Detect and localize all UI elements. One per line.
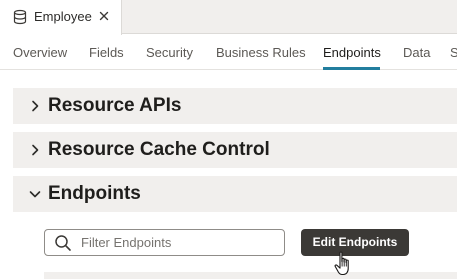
filter-endpoints-field[interactable] bbox=[44, 229, 285, 256]
editor-tabs: Overview Fields Security Business Rules … bbox=[0, 34, 457, 70]
tab-security[interactable]: Security bbox=[146, 45, 193, 61]
active-tab-indicator bbox=[323, 67, 380, 70]
section-title: Resource APIs bbox=[48, 95, 182, 116]
document-tab-employee[interactable]: Employee bbox=[0, 0, 122, 35]
section-resource-cache-control[interactable]: Resource Cache Control bbox=[13, 132, 457, 168]
tab-fields[interactable]: Fields bbox=[89, 45, 124, 61]
tab-endpoints[interactable]: Endpoints bbox=[323, 45, 381, 61]
section-title: Endpoints bbox=[48, 183, 141, 204]
chevron-right-icon bbox=[32, 100, 39, 112]
tab-business-rules[interactable]: Business Rules bbox=[216, 45, 306, 61]
edit-endpoints-button[interactable]: Edit Endpoints bbox=[301, 229, 409, 256]
search-icon bbox=[55, 235, 71, 251]
tab-overflow-partial[interactable]: S bbox=[450, 45, 457, 61]
database-icon bbox=[13, 9, 27, 25]
document-tab-strip: Employee bbox=[0, 0, 457, 35]
chevron-right-icon bbox=[32, 144, 39, 156]
endpoints-list-row bbox=[44, 272, 457, 279]
chevron-down-icon bbox=[29, 191, 41, 198]
tab-data[interactable]: Data bbox=[403, 45, 430, 61]
document-tab-title: Employee bbox=[34, 9, 92, 24]
section-resource-apis[interactable]: Resource APIs bbox=[13, 88, 457, 124]
tab-overview[interactable]: Overview bbox=[13, 45, 67, 61]
section-title: Resource Cache Control bbox=[48, 139, 270, 160]
filter-endpoints-input[interactable] bbox=[81, 233, 276, 252]
close-icon[interactable] bbox=[99, 11, 109, 21]
section-endpoints[interactable]: Endpoints bbox=[13, 176, 457, 212]
